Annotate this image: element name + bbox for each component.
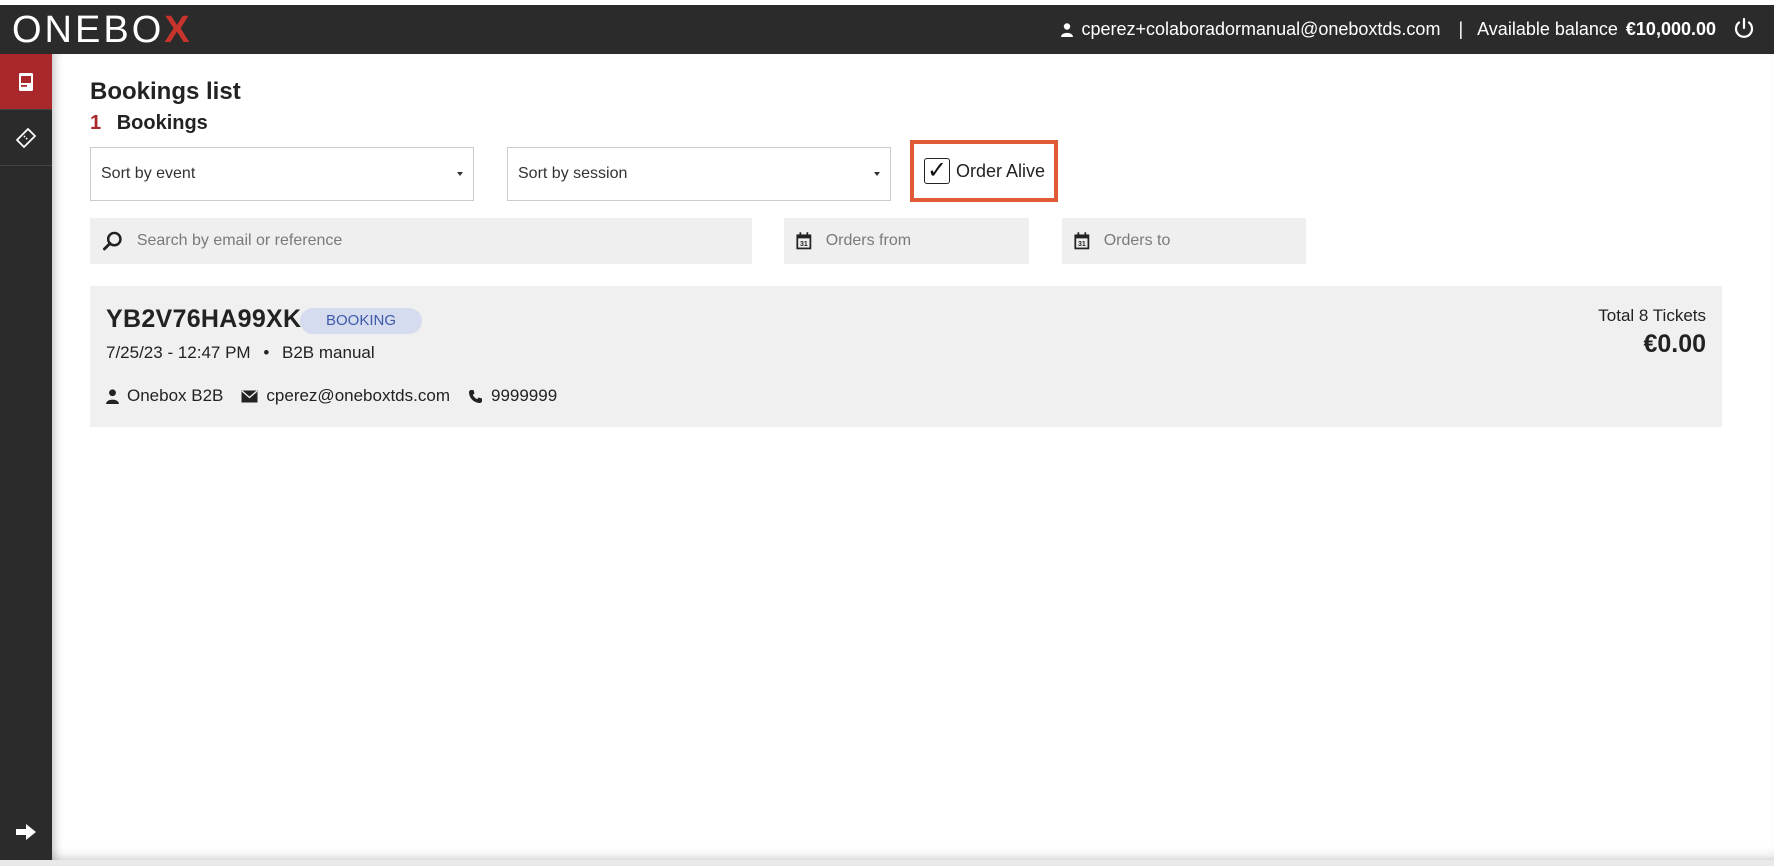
bookings-count-number: 1 (90, 112, 102, 134)
booking-meta: 7/25/23 - 12:47 PM • B2B manual (106, 343, 375, 363)
balance-label: Available balance (1477, 19, 1618, 39)
top-header: ONEBOX cperez+colaboradormanual@oneboxtd… (0, 5, 1774, 54)
power-icon[interactable] (1732, 17, 1756, 41)
logo-x: X (164, 9, 193, 51)
order-alive-highlight: ✓ Order Alive (910, 140, 1058, 202)
orders-to-input[interactable] (1103, 232, 1306, 250)
search-field (90, 218, 752, 264)
bookings-count: 1 Bookings (90, 112, 208, 135)
phone-icon (468, 389, 482, 403)
bookings-icon (19, 72, 33, 91)
booking-contacts: Onebox B2B cperez@oneboxtds.com 9999999 (106, 386, 575, 406)
page-title: Bookings list (90, 78, 241, 105)
orders-from-input[interactable] (825, 232, 1029, 250)
event-select-value: Sort by event (101, 165, 196, 182)
arrow-right-icon (16, 824, 36, 840)
logo-text: ONEBO (12, 9, 165, 51)
envelope-icon (241, 389, 258, 402)
ticket-total: Total 8 Tickets (1598, 306, 1706, 325)
svg-text:31: 31 (800, 241, 808, 248)
user-icon (106, 388, 119, 404)
svg-text:31: 31 (1078, 241, 1086, 248)
sidebar-item-tickets[interactable] (0, 110, 52, 166)
orders-to-field: 31 (1062, 218, 1306, 264)
balance-value: €10,000.00 (1625, 19, 1716, 39)
orders-from-field: 31 (784, 218, 1029, 264)
checkmark-icon: ✓ (926, 157, 948, 184)
session-select-value: Sort by session (518, 165, 628, 182)
calendar-icon: 31 (796, 232, 812, 250)
booking-card[interactable]: YB2V76HA99XK BOOKING 7/25/23 - 12:47 PM … (90, 286, 1722, 427)
sidebar-item-bookings[interactable] (0, 54, 52, 110)
bookings-count-label: Bookings (116, 112, 208, 134)
calendar-icon: 31 (1074, 232, 1090, 250)
meta-dot: • (263, 343, 270, 362)
chevron-down-icon (457, 172, 463, 176)
booking-amount: €0.00 (1643, 330, 1706, 358)
sidebar (0, 54, 52, 860)
onebox-logo[interactable]: ONEBOX (12, 9, 193, 51)
user-email: cperez+colaboradormanual@oneboxtds.com (1081, 19, 1441, 39)
main-content: Bookings list 1 Bookings Sort by event S… (52, 54, 1774, 860)
status-badge: BOOKING (300, 308, 423, 334)
client-contact: Onebox B2B (106, 386, 223, 406)
client-email: cperez@oneboxtds.com (266, 386, 450, 405)
order-alive-label[interactable]: Order Alive (956, 161, 1045, 182)
bottom-edge (0, 860, 1774, 866)
order-alive-checkbox[interactable]: ✓ (924, 158, 950, 184)
session-select[interactable]: Sort by session (507, 147, 891, 201)
chevron-down-icon (874, 172, 880, 176)
user-icon (1061, 22, 1074, 37)
search-icon (102, 231, 122, 251)
ticket-icon (16, 127, 36, 148)
booking-reference: YB2V76HA99XK (106, 305, 302, 333)
client-phone: 9999999 (490, 386, 558, 405)
header-separator: | (1458, 19, 1464, 39)
email-contact: cperez@oneboxtds.com (241, 386, 450, 406)
sidebar-collapse-toggle[interactable] (0, 804, 52, 860)
search-input[interactable] (136, 232, 752, 250)
phone-contact: 9999999 (468, 386, 557, 406)
event-select[interactable]: Sort by event (90, 147, 474, 201)
app-window: ONEBOX cperez+colaboradormanual@oneboxtd… (0, 0, 1774, 866)
user-info: cperez+colaboradormanual@oneboxtds.com |… (1061, 19, 1716, 40)
booking-channel: B2B manual (282, 343, 375, 362)
client-name: Onebox B2B (127, 386, 224, 405)
booking-datetime: 7/25/23 - 12:47 PM (106, 343, 251, 362)
